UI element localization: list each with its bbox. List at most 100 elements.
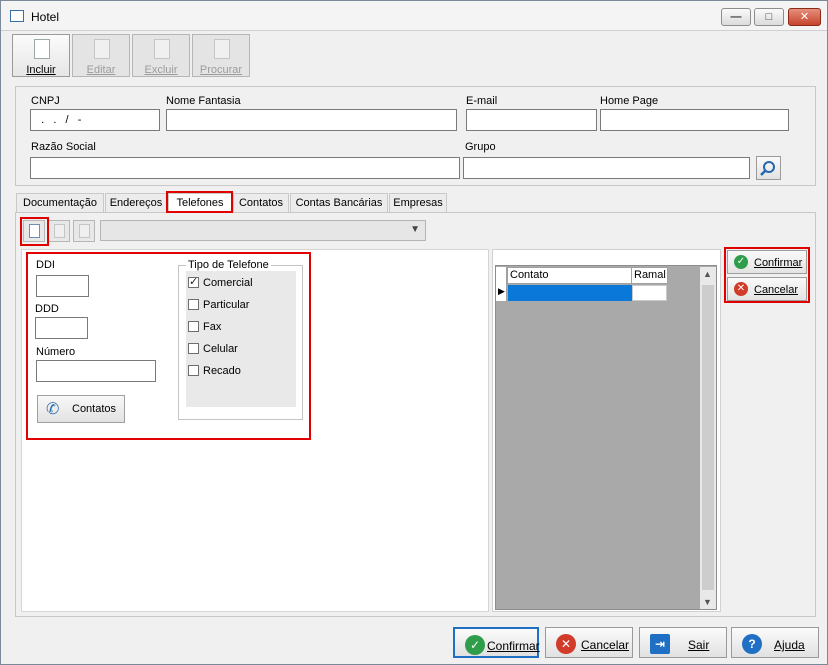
phone-icon: ✆ — [46, 401, 60, 418]
scroll-thumb[interactable] — [702, 285, 714, 590]
home-page-input[interactable] — [600, 109, 789, 131]
tab-telefones[interactable]: Telefones — [168, 193, 232, 212]
email-input[interactable] — [466, 109, 597, 131]
recado-checkbox[interactable] — [188, 365, 199, 376]
cancelar-label: Cancelar — [581, 638, 630, 652]
ddd-label: DDD — [35, 303, 59, 315]
sair-button[interactable]: ⇥ Sair — [639, 627, 727, 658]
edit-phone-button[interactable] — [48, 220, 70, 242]
check-icon: ✓ — [465, 635, 485, 655]
razao-social-label: Razão Social — [31, 141, 96, 153]
maximize-button[interactable]: □ — [754, 8, 784, 26]
procurar-label: Procurar — [199, 64, 243, 76]
fax-checkbox[interactable] — [188, 321, 199, 332]
tab-empresas[interactable]: Empresas — [389, 193, 447, 212]
exit-door-icon: ⇥ — [650, 634, 670, 654]
home-page-label: Home Page — [600, 95, 659, 107]
confirmar-phone-label: Confirmar — [754, 257, 803, 269]
grid-cell-contato[interactable] — [508, 285, 632, 301]
ddd-input[interactable] — [35, 317, 88, 339]
tipo-telefone-title: Tipo de Telefone — [186, 259, 271, 271]
comercial-checkbox[interactable] — [188, 275, 199, 288]
minimize-button[interactable]: — — [721, 8, 751, 26]
close-icon: ✕ — [799, 11, 810, 23]
ajuda-label: Ajuda — [774, 638, 805, 652]
cnpj-input[interactable] — [30, 109, 160, 131]
phone-list-combo[interactable]: ▼ — [100, 220, 426, 241]
row-indicator: ▶ — [496, 267, 507, 301]
contatos-button-label: Contatos — [72, 403, 117, 415]
edit-document-icon — [94, 39, 110, 59]
cnpj-label: CNPJ — [31, 95, 60, 107]
cancelar-phone-label: Cancelar — [754, 284, 799, 296]
close-button[interactable]: ✕ — [788, 8, 821, 26]
maximize-icon: □ — [765, 11, 773, 23]
grid-scrollbar[interactable]: ▲ ▼ — [700, 267, 716, 609]
main-toolbar: Incluir Editar Excluir Procurar — [10, 33, 820, 79]
tab-documentacao[interactable]: Documentação — [16, 193, 104, 212]
column-ramal[interactable]: Ramal — [631, 267, 668, 284]
grupo-label: Grupo — [465, 141, 496, 153]
ddi-label: DDI — [36, 259, 55, 271]
confirmar-button[interactable]: ✓ Confirmar — [453, 627, 540, 658]
bottom-action-bar: ✓ Confirmar ✕ Cancelar ⇥ Sair ? Ajuda — [1, 621, 827, 665]
scroll-up-icon[interactable]: ▲ — [703, 269, 712, 279]
delete-phone-button[interactable] — [73, 220, 95, 242]
hotel-window: Hotel — □ ✕ Incluir Editar Excluir Procu… — [0, 0, 828, 665]
numero-label: Número — [36, 346, 76, 358]
help-icon: ? — [742, 634, 762, 654]
cancel-icon: ✕ — [734, 282, 748, 296]
excluir-button[interactable]: Excluir — [132, 34, 190, 77]
nome-fantasia-label: Nome Fantasia — [166, 95, 241, 107]
editar-button[interactable]: Editar — [72, 34, 130, 77]
fax-label: Fax — [203, 321, 222, 333]
search-icon — [760, 161, 775, 176]
nome-fantasia-input[interactable] — [166, 109, 457, 131]
app-icon — [10, 10, 24, 22]
confirmar-label: Confirmar — [487, 639, 540, 653]
edit-document-icon — [54, 224, 65, 238]
delete-document-icon — [154, 39, 170, 59]
incluir-button[interactable]: Incluir — [12, 34, 70, 77]
row-pointer-icon: ▶ — [498, 286, 505, 296]
razao-social-input[interactable] — [30, 157, 460, 179]
delete-document-icon — [79, 224, 90, 238]
new-document-icon — [29, 224, 40, 238]
contacts-grid — [495, 265, 717, 610]
celular-label: Celular — [203, 343, 238, 355]
title-bar: Hotel — □ ✕ — [1, 1, 827, 31]
new-document-icon — [34, 39, 50, 59]
tab-enderecos[interactable]: Endereços — [105, 193, 167, 212]
search-document-icon — [214, 39, 230, 59]
particular-label: Particular — [203, 299, 250, 311]
minimize-icon: — — [730, 11, 742, 23]
tab-contas-bancarias[interactable]: Contas Bancárias — [290, 193, 388, 212]
check-icon: ✓ — [734, 255, 748, 269]
procurar-button[interactable]: Procurar — [192, 34, 250, 77]
sair-label: Sair — [688, 638, 710, 652]
window-title: Hotel — [31, 10, 60, 24]
numero-input[interactable] — [36, 360, 156, 382]
particular-checkbox[interactable] — [188, 299, 199, 310]
celular-checkbox[interactable] — [188, 343, 199, 354]
column-contato[interactable]: Contato — [507, 267, 632, 284]
email-label: E-mail — [466, 95, 498, 107]
grupo-input[interactable] — [463, 157, 750, 179]
comercial-label: Comercial — [203, 277, 253, 289]
ddi-input[interactable] — [36, 275, 89, 297]
contatos-button[interactable]: ✆ Contatos — [37, 395, 125, 423]
grid-cell-ramal[interactable] — [632, 285, 667, 301]
tipo-telefone-list — [186, 271, 296, 407]
recado-label: Recado — [203, 365, 241, 377]
ajuda-button[interactable]: ? Ajuda — [731, 627, 819, 658]
tab-contatos[interactable]: Contatos — [233, 193, 289, 212]
incluir-label: Incluir — [26, 64, 56, 76]
excluir-label: Excluir — [144, 64, 178, 76]
cancelar-phone-button[interactable]: ✕ Cancelar — [727, 277, 807, 301]
add-phone-button[interactable] — [23, 220, 45, 242]
grupo-search-button[interactable] — [756, 156, 781, 180]
confirmar-phone-button[interactable]: ✓ Confirmar — [727, 250, 807, 274]
chevron-down-icon: ▼ — [410, 224, 420, 235]
scroll-down-icon[interactable]: ▼ — [703, 597, 712, 607]
cancelar-button[interactable]: ✕ Cancelar — [545, 627, 633, 658]
